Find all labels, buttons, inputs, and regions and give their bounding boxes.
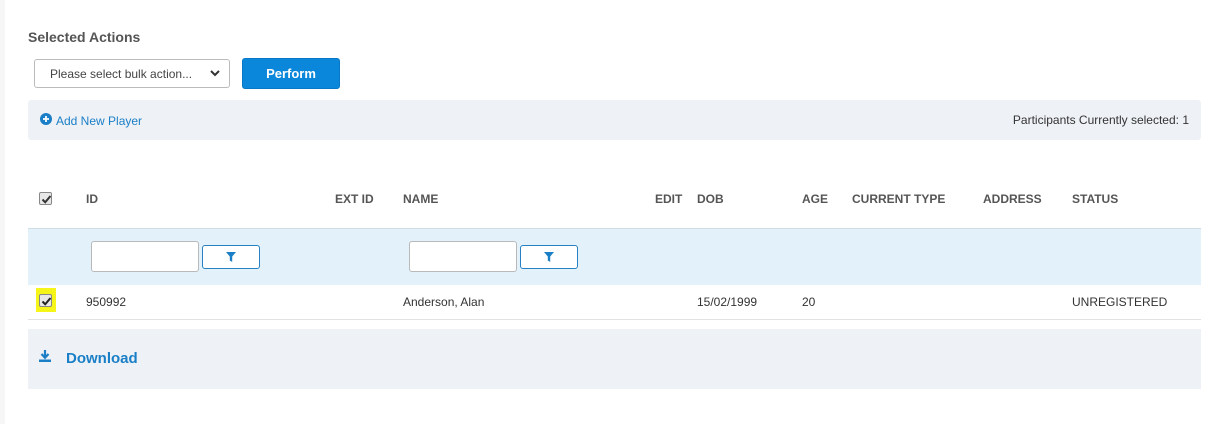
chevron-down-icon	[209, 67, 221, 82]
download-link[interactable]: Download	[38, 349, 138, 367]
column-header-age[interactable]: AGE	[802, 192, 828, 206]
column-header-name[interactable]: NAME	[403, 192, 438, 206]
filter-icon	[226, 252, 236, 262]
id-filter-button[interactable]	[202, 245, 260, 269]
column-header-current-type[interactable]: CURRENT TYPE	[852, 192, 945, 206]
add-new-player-label: Add New Player	[56, 113, 143, 128]
table-row	[28, 285, 1201, 320]
column-header-address[interactable]: ADDRESS	[983, 192, 1042, 206]
bulk-action-placeholder: Please select bulk action...	[50, 67, 193, 81]
column-header-dob[interactable]: DOB	[697, 192, 724, 206]
perform-button[interactable]: Perform	[242, 58, 340, 89]
cell-dob: 15/02/1999	[697, 295, 758, 309]
column-header-id[interactable]: ID	[86, 192, 98, 206]
column-header-edit: EDIT	[655, 192, 683, 206]
page: Selected Actions Please select bulk acti…	[5, 0, 1212, 424]
bulk-action-select[interactable]: Please select bulk action...	[34, 59, 230, 88]
plus-circle-icon	[40, 113, 52, 128]
cell-name: Anderson, Alan	[403, 295, 485, 309]
id-filter-input[interactable]	[91, 241, 199, 272]
filter-row	[28, 228, 1201, 286]
name-filter-button[interactable]	[520, 245, 578, 269]
select-all-checkbox[interactable]	[39, 192, 52, 205]
cell-age: 20	[802, 295, 816, 309]
download-label: Download	[66, 349, 138, 367]
download-bar: Download	[28, 329, 1201, 389]
cell-status: UNREGISTERED	[1072, 295, 1168, 309]
column-header-status[interactable]: STATUS	[1072, 192, 1118, 206]
name-filter-input[interactable]	[409, 241, 517, 272]
row-select-checkbox[interactable]	[39, 294, 52, 307]
download-icon	[38, 349, 52, 367]
participants-toolbar: Add New Player Participants Currently se…	[28, 100, 1201, 140]
column-header-ext-id[interactable]: EXT ID	[335, 192, 374, 206]
filter-icon	[544, 252, 554, 262]
section-title: Selected Actions	[28, 29, 141, 45]
cell-id: 950992	[86, 295, 127, 309]
participants-selected-count: Participants Currently selected: 1	[1012, 113, 1189, 127]
add-new-player-link[interactable]: Add New Player	[40, 113, 142, 128]
